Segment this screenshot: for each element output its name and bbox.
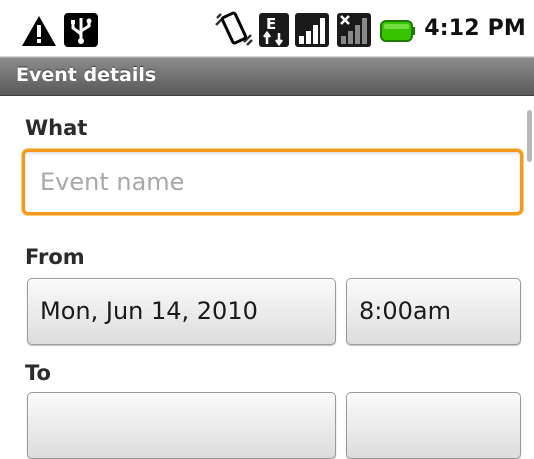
to-label: To (25, 361, 51, 385)
to-time-button[interactable] (346, 392, 521, 459)
no-sim-signal-icon (337, 13, 371, 47)
vibrate-icon (215, 11, 253, 46)
from-label: From (25, 245, 85, 269)
signal-strength-icon (295, 13, 329, 47)
status-bar: E 4:12 PM (0, 0, 534, 57)
alert-icon (22, 16, 56, 46)
edge-data-icon: E (259, 13, 289, 47)
page-title: Event details (16, 64, 157, 86)
what-label: What (25, 116, 88, 140)
to-date-button[interactable] (27, 392, 336, 459)
from-date-button[interactable]: Mon, Jun 14, 2010 (27, 278, 336, 345)
usb-icon (64, 13, 98, 47)
svg-text:E: E (266, 15, 276, 33)
from-time-button[interactable]: 8:00am (346, 278, 521, 345)
event-name-input[interactable] (22, 149, 523, 215)
battery-icon (380, 20, 415, 42)
clock-time: 4:12 PM (424, 16, 526, 41)
scrollbar-thumb[interactable] (527, 110, 532, 162)
title-bar: Event details (0, 57, 534, 96)
